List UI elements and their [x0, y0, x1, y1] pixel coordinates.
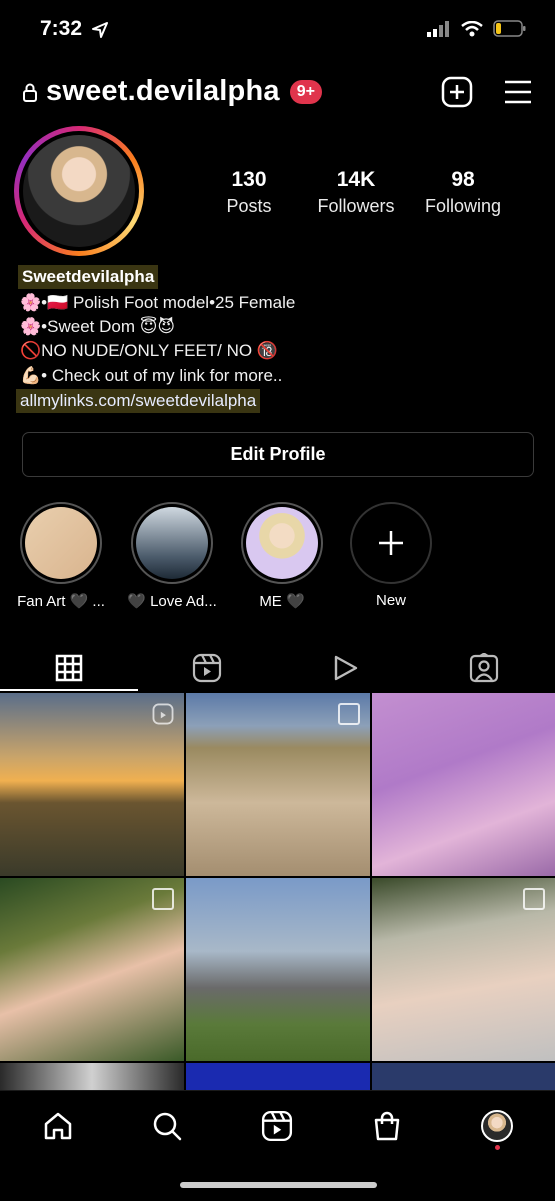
shopping-bag-icon	[374, 1111, 400, 1141]
stat-label: Followers	[317, 196, 395, 216]
highlight-thumbnail	[25, 507, 97, 579]
post-thumbnail[interactable]	[0, 878, 184, 1061]
post-thumbnail[interactable]	[0, 693, 184, 876]
bio-link[interactable]: allmylinks.com/sweetdevilalpha	[16, 389, 261, 413]
profile-avatar[interactable]	[14, 126, 144, 256]
status-icons	[427, 20, 527, 37]
bio-line: 🚫NO NUDE/ONLY FEET/ NO 🔞	[20, 341, 279, 360]
active-tab-indicator	[0, 689, 138, 691]
wifi-icon	[461, 20, 483, 36]
account-switcher[interactable]: sweet.devilalpha 9+	[22, 75, 322, 108]
status-time: 7:32	[40, 17, 83, 40]
nav-reels[interactable]	[257, 1106, 297, 1146]
highlight-fan-art[interactable]: Fan Art 🖤 ...	[11, 502, 111, 610]
stat-label: Posts	[226, 196, 272, 216]
posts-count[interactable]: 130 Posts	[199, 168, 299, 217]
tab-posts-grid[interactable]	[0, 645, 138, 691]
nav-profile[interactable]	[477, 1106, 517, 1146]
tab-videos[interactable]	[277, 645, 415, 691]
bio-line: 💪🏻• Check out of my link for more..	[20, 366, 283, 385]
post-thumbnail[interactable]	[186, 1063, 370, 1093]
multi-post-icon	[152, 888, 174, 910]
lock-icon	[23, 83, 37, 102]
home-icon	[44, 1112, 72, 1140]
tagged-icon	[469, 653, 499, 683]
stat-value: 14K	[336, 168, 376, 191]
display-name: Sweetdevilalpha	[18, 265, 159, 289]
highlight-thumbnail	[136, 507, 208, 579]
stat-label: Following	[424, 196, 502, 216]
notification-badge: 9+	[289, 79, 322, 104]
nav-home[interactable]	[38, 1106, 78, 1146]
stat-value: 98	[451, 168, 475, 191]
activity-dot	[495, 1145, 500, 1150]
highlight-label: ME 🖤	[259, 593, 305, 610]
post-thumbnail[interactable]	[372, 1063, 555, 1093]
hamburger-menu-icon	[505, 80, 531, 104]
profile-avatar-small	[481, 1110, 513, 1142]
plus-square-icon	[441, 76, 473, 108]
highlight-thumbnail	[246, 507, 318, 579]
highlight-label: Fan Art 🖤 ...	[17, 593, 105, 610]
home-indicator	[180, 1182, 377, 1188]
post-thumbnail[interactable]	[372, 693, 555, 876]
highlight-love-ad[interactable]: 🖤 Love Ad...	[122, 502, 222, 610]
multi-post-icon	[523, 888, 545, 910]
nav-search[interactable]	[147, 1106, 187, 1146]
highlight-label: New	[375, 592, 406, 609]
reels-icon	[261, 1110, 293, 1142]
search-icon	[153, 1112, 182, 1141]
stat-value: 130	[231, 168, 267, 191]
grid-icon	[55, 654, 83, 682]
tab-tagged[interactable]	[415, 645, 553, 691]
signal-icon	[427, 20, 449, 37]
edit-profile-button[interactable]: Edit Profile	[22, 432, 534, 477]
post-thumbnail[interactable]	[186, 878, 370, 1061]
post-thumbnail[interactable]	[186, 693, 370, 876]
avatar-photo	[23, 135, 135, 247]
play-icon	[334, 655, 358, 681]
bio-line: 🌸•🇵🇱 Polish Foot model•25 Female	[20, 293, 296, 312]
menu-button[interactable]	[503, 76, 533, 113]
battery-icon	[493, 20, 526, 37]
following-count[interactable]: 98 Following	[413, 168, 513, 217]
post-thumbnail[interactable]	[0, 1063, 184, 1093]
reels-icon	[192, 653, 222, 683]
highlight-new[interactable]: New	[341, 502, 441, 609]
followers-count[interactable]: 14K Followers	[306, 168, 406, 217]
bio-line: 🌸•Sweet Dom 😇😈	[20, 317, 176, 336]
nav-shop[interactable]	[367, 1106, 407, 1146]
reel-badge-icon	[152, 703, 174, 725]
highlight-me[interactable]: ME 🖤	[232, 502, 332, 610]
plus-icon	[379, 531, 403, 555]
tab-reels[interactable]	[138, 645, 276, 691]
post-thumbnail[interactable]	[372, 878, 555, 1061]
highlight-label: 🖤 Love Ad...	[127, 593, 217, 610]
multi-post-icon	[338, 703, 360, 725]
username: sweet.devilalpha	[46, 75, 280, 107]
location-arrow-icon	[92, 22, 108, 43]
create-post-button[interactable]	[441, 76, 473, 113]
